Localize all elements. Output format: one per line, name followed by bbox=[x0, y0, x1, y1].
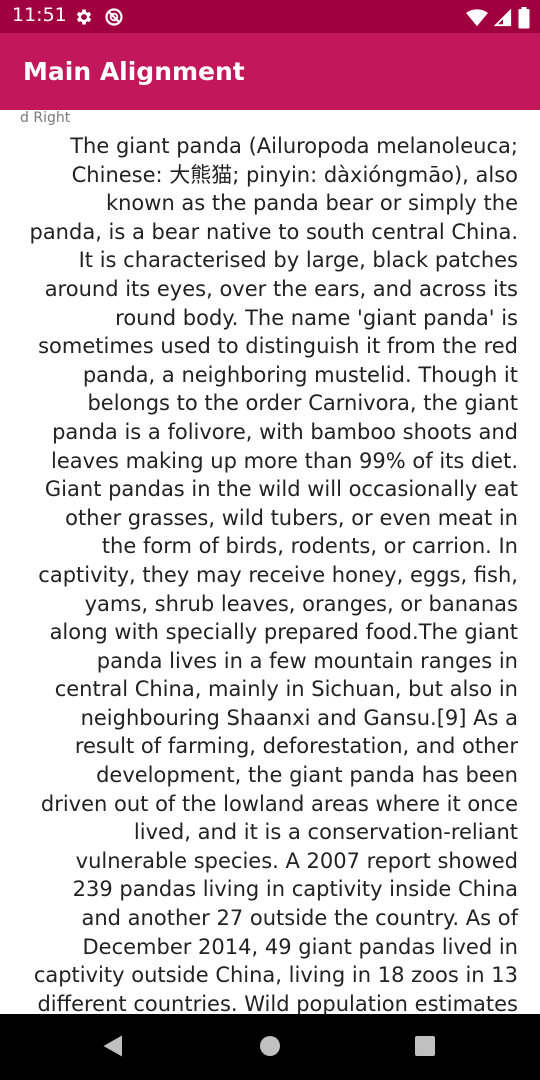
navigation-bar bbox=[0, 1014, 540, 1080]
cellular-signal-icon bbox=[494, 9, 512, 27]
status-bar: 11:51 bbox=[0, 0, 540, 33]
alignment-label: d Right bbox=[20, 110, 71, 126]
back-icon[interactable] bbox=[102, 1034, 124, 1063]
scroll-content[interactable]: d Right The giant panda (Ailuropoda mela… bbox=[0, 110, 540, 1014]
wifi-icon bbox=[466, 8, 488, 28]
body-paragraph: The giant panda (Ailuropoda melanoleuca;… bbox=[29, 134, 518, 1014]
page-title: Main Alignment bbox=[23, 57, 245, 86]
recents-icon[interactable] bbox=[414, 1034, 436, 1063]
app-bar: Main Alignment bbox=[0, 33, 540, 110]
settings-icon bbox=[74, 7, 94, 27]
status-time: 11:51 bbox=[12, 4, 67, 26]
battery-icon bbox=[518, 7, 530, 29]
do-not-disturb-icon bbox=[104, 7, 124, 27]
home-icon[interactable] bbox=[258, 1034, 282, 1063]
